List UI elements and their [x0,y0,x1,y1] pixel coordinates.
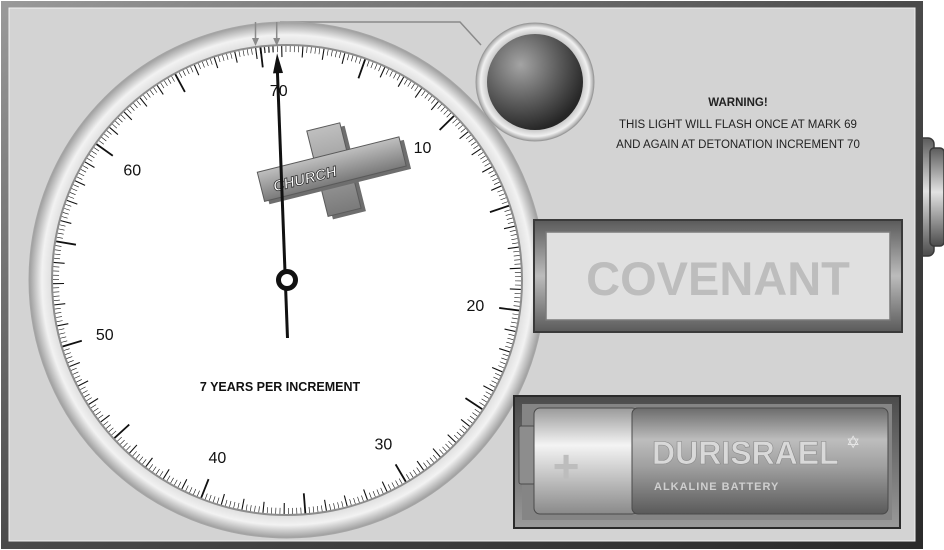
dial-mark-10: 10 [414,140,432,157]
dial-mark-30: 30 [375,437,393,454]
dial-tick [509,267,521,270]
dial-mark-50: 50 [96,327,114,344]
battery-subtitle: ALKALINE BATTERY [654,481,779,493]
warning-line-2: AND AGAIN AT DETONATION INCREMENT 70 [616,139,860,151]
covenant-display: COVENANT [533,219,903,333]
battery: + DURISRAEL ✡ ALKALINE BATTERY [518,407,889,515]
dial-hub [276,269,298,291]
dial-caption: 7 YEARS PER INCREMENT [200,380,361,394]
dial-mark-20: 20 [467,298,485,315]
dial-mark-60: 60 [123,163,141,180]
battery-plus: + [553,440,580,492]
bomb-device: 10203040506070 CHURCH 7 YEARS PER INCREM… [0,0,944,550]
dial-tick [301,46,304,58]
dial-mark-40: 40 [209,450,227,467]
warning-light [475,22,595,142]
warning-line-1: THIS LIGHT WILL FLASH ONCE AT MARK 69 [619,119,857,131]
battery-brand: DURISRAEL [652,435,839,471]
covenant-text: COVENANT [586,252,850,305]
warning-title: WARNING! [708,97,767,109]
battery-star: ✡ [846,433,860,452]
